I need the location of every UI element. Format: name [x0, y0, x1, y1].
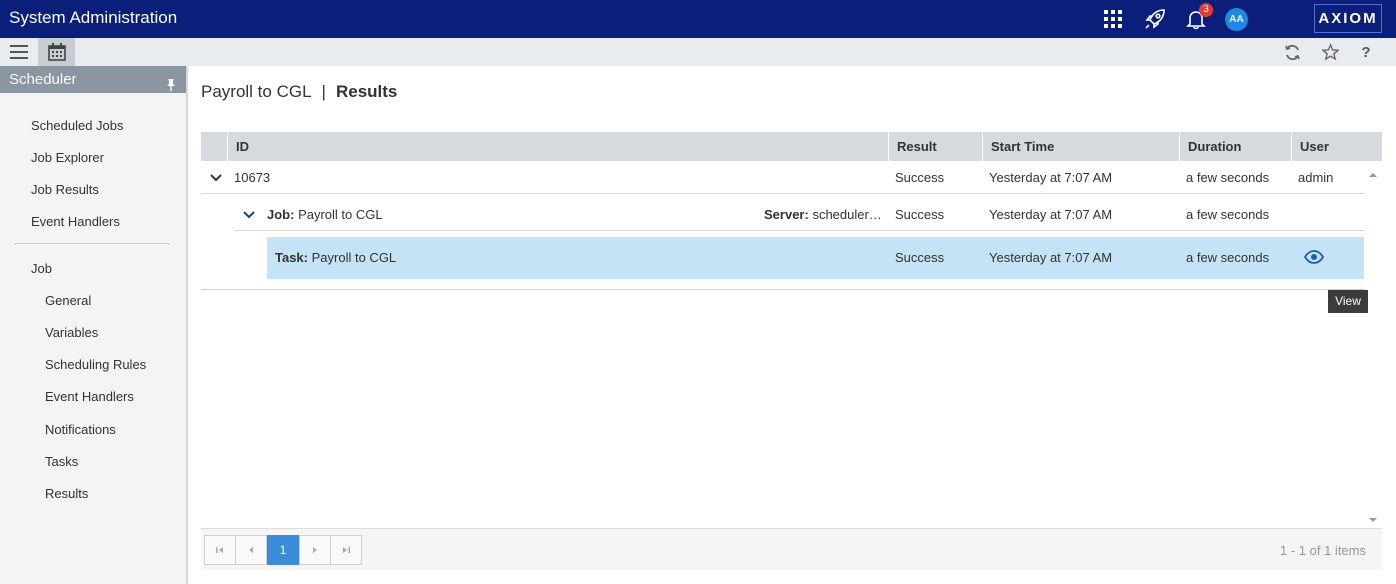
apps-grid-icon[interactable]	[1102, 0, 1124, 38]
sidebar-item-general[interactable]: General	[45, 293, 91, 308]
sidebar-item-job[interactable]: Job	[31, 261, 52, 276]
job-server: Server: scheduler…	[764, 207, 882, 222]
result-status: Success	[895, 170, 945, 185]
sidebar-item-job-event-handlers[interactable]: Event Handlers	[45, 389, 134, 404]
job-name-value: Payroll to CGL	[298, 207, 383, 222]
column-header-id[interactable]: ID	[227, 132, 888, 161]
result-user: admin	[1298, 170, 1334, 185]
sidebar-item-variables[interactable]: Variables	[45, 325, 98, 340]
result-start-time: Yesterday at 7:07 AM	[989, 170, 1113, 185]
scroll-up-arrow-icon[interactable]	[1368, 167, 1378, 182]
job-start-time: Yesterday at 7:07 AM	[989, 207, 1113, 222]
job-name: Job: Payroll to CGL	[267, 207, 383, 222]
previous-page-button[interactable]	[235, 535, 267, 565]
star-icon[interactable]	[1320, 38, 1340, 66]
page-1-button[interactable]: 1	[267, 535, 299, 565]
app-title: System Administration	[9, 8, 178, 27]
pager-info: 1 - 1 of 1 items	[1280, 543, 1366, 558]
help-icon[interactable]: ?	[1356, 38, 1376, 66]
refresh-icon[interactable]	[1282, 38, 1302, 66]
view-tooltip: View	[1328, 290, 1368, 313]
rocket-icon[interactable]	[1143, 0, 1167, 38]
sidebar-divider	[14, 243, 170, 244]
row-divider	[201, 193, 1365, 194]
page-title-section: Results	[335, 82, 398, 101]
job-duration: a few seconds	[1186, 207, 1270, 222]
sidebar-item-scheduling-rules[interactable]: Scheduling Rules	[45, 357, 146, 372]
task-label: Task:	[275, 250, 308, 265]
task-duration: a few seconds	[1186, 250, 1270, 265]
notification-badge: 3	[1199, 3, 1213, 17]
job-status: Success	[895, 207, 945, 222]
sidebar-item-job-explorer[interactable]: Job Explorer	[31, 150, 104, 165]
column-header-result[interactable]: Result	[888, 132, 982, 161]
sidebar-item-results[interactable]: Results	[45, 486, 88, 501]
scroll-down-arrow-icon[interactable]	[1368, 512, 1378, 527]
eye-icon[interactable]	[1303, 250, 1325, 267]
column-header-user[interactable]: User	[1291, 132, 1366, 161]
pin-icon[interactable]	[166, 73, 176, 100]
title-separator: |	[321, 82, 326, 101]
sidebar-header: Scheduler	[0, 66, 186, 93]
task-name: Task: Payroll to CGL	[275, 250, 396, 265]
grid-header: ID Result Start Time Duration User	[201, 132, 1382, 161]
sidebar-item-scheduled-jobs[interactable]: Scheduled Jobs	[31, 118, 124, 133]
sidebar-item-notifications[interactable]: Notifications	[45, 422, 116, 437]
column-header-start-time[interactable]: Start Time	[982, 132, 1179, 161]
next-page-button[interactable]	[299, 535, 331, 565]
calendar-icon[interactable]	[38, 38, 75, 66]
job-label: Job:	[267, 207, 295, 222]
result-duration: a few seconds	[1186, 170, 1270, 185]
server-value: scheduler…	[812, 207, 882, 222]
avatar[interactable]: AA	[1225, 8, 1248, 31]
row-divider	[234, 230, 1365, 231]
axiom-logo: AXIOM	[1314, 4, 1382, 33]
secondary-toolbar: ?	[0, 38, 1396, 66]
sidebar-item-job-results[interactable]: Job Results	[31, 182, 99, 197]
collapse-chevron-icon[interactable]	[210, 170, 222, 187]
sidebar-item-event-handlers[interactable]: Event Handlers	[31, 214, 120, 229]
task-start-time: Yesterday at 7:07 AM	[989, 250, 1113, 265]
grid-bottom-border	[201, 289, 1365, 290]
task-name-value: Payroll to CGL	[311, 250, 397, 265]
page-title-job: Payroll to CGL	[201, 82, 312, 101]
top-bar: System Administration 3 AA AXIOM	[0, 0, 1396, 38]
first-page-button[interactable]	[204, 535, 236, 565]
result-id: 10673	[234, 170, 271, 185]
sidebar-item-tasks[interactable]: Tasks	[45, 454, 78, 469]
sidebar-title: Scheduler	[9, 71, 77, 88]
sidebar: Scheduler Scheduled Jobs Job Explorer Jo…	[0, 66, 188, 584]
pager: 1 1 - 1 of 1 items	[201, 528, 1382, 570]
column-header-duration[interactable]: Duration	[1179, 132, 1291, 161]
page-title: Payroll to CGL | Results	[201, 82, 397, 102]
server-label: Server:	[764, 207, 809, 222]
last-page-button[interactable]	[330, 535, 362, 565]
task-status: Success	[895, 250, 945, 265]
bell-icon[interactable]: 3	[1184, 0, 1213, 38]
collapse-chevron-icon[interactable]	[243, 207, 255, 224]
menu-icon[interactable]	[0, 38, 37, 66]
